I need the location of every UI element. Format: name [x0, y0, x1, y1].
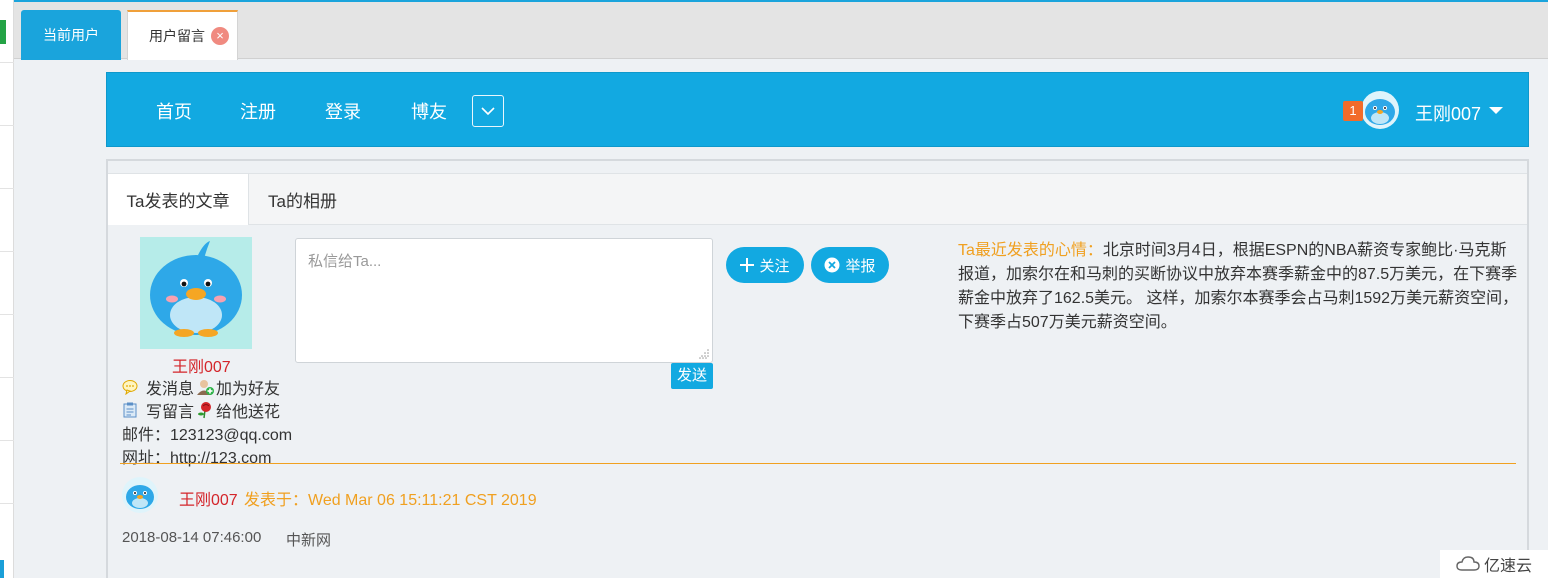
- left-divider: [0, 251, 14, 252]
- top-navbar: 首页 注册 登录 博友 1 王刚007: [106, 72, 1529, 147]
- chevron-down-icon: [481, 107, 495, 116]
- private-message-placeholder: 私信给Ta...: [308, 253, 382, 270]
- tab-user-messages[interactable]: 用户留言 ×: [127, 10, 238, 60]
- section-divider: [120, 463, 1516, 464]
- plus-icon: [740, 258, 755, 272]
- write-comment-link[interactable]: 写留言: [146, 398, 194, 422]
- send-message-link[interactable]: 发消息: [146, 375, 194, 399]
- tab-current-user-label: 当前用户: [43, 27, 99, 43]
- close-circle-icon: [824, 257, 840, 273]
- close-icon[interactable]: ×: [211, 27, 229, 45]
- nav-register[interactable]: 注册: [240, 98, 276, 124]
- follow-button[interactable]: 关注: [726, 247, 804, 283]
- bird-avatar-icon: [1365, 99, 1395, 125]
- tab-user-messages-label: 用户留言: [149, 28, 205, 44]
- clipboard-icon: [122, 402, 138, 418]
- resize-handle-icon[interactable]: [699, 349, 709, 359]
- tab-album[interactable]: Ta的相册: [268, 174, 337, 225]
- profile-actions-row-1: 发消息 加为好友: [122, 375, 280, 399]
- report-button[interactable]: 举报: [811, 247, 889, 283]
- add-friend-link[interactable]: 加为好友: [216, 375, 280, 399]
- left-divider: [0, 440, 14, 441]
- left-divider: [0, 188, 14, 189]
- tab-articles[interactable]: Ta发表的文章: [108, 174, 249, 225]
- profile-avatar: [140, 237, 252, 349]
- post-timestamp: 发表于：Wed Mar 06 15:11:21 CST 2019: [244, 492, 537, 509]
- chat-bubble-icon: [122, 379, 138, 395]
- left-green-marker: [0, 20, 6, 44]
- send-flower-link[interactable]: 给他送花: [216, 398, 280, 422]
- profile-panel: Ta发表的文章 Ta的相册 王刚007 发消息 加为好友 写留言 给他送花 邮件…: [106, 159, 1529, 578]
- nav-friends[interactable]: 博友: [411, 98, 447, 124]
- profile-website: 网址：http://123.com: [122, 450, 272, 467]
- rose-icon: [196, 401, 214, 419]
- window-tab-bar: 当前用户 用户留言 ×: [14, 0, 1548, 60]
- profile-actions-row-2: 写留言 给他送花: [122, 398, 280, 422]
- nav-login[interactable]: 登录: [325, 98, 361, 124]
- avatar[interactable]: [122, 477, 158, 513]
- tab-current-user[interactable]: 当前用户: [21, 10, 121, 60]
- private-message-input[interactable]: 私信给Ta...: [295, 238, 713, 363]
- recent-mood: Ta最近发表的心情：北京时间3月4日，根据ESPN的NBA薪资专家鲍比·马克斯报…: [958, 239, 1520, 335]
- avatar[interactable]: [1361, 91, 1399, 129]
- watermark: 亿速云: [1440, 550, 1548, 578]
- bird-avatar-icon: [150, 241, 242, 337]
- profile-email: 邮件：123123@qq.com: [122, 427, 293, 444]
- add-friend-icon: [196, 378, 215, 396]
- caret-down-icon[interactable]: [1489, 107, 1503, 114]
- left-divider: [0, 314, 14, 315]
- cloud-logo-icon: [1456, 556, 1480, 571]
- left-divider: [0, 377, 14, 378]
- left-divider: [0, 125, 14, 126]
- nav-more-dropdown[interactable]: [472, 95, 504, 127]
- notification-badge[interactable]: 1: [1343, 101, 1363, 121]
- post-date: 2018-08-14 07:46:00: [122, 529, 262, 546]
- nav-username[interactable]: 王刚007: [1415, 100, 1481, 126]
- left-divider: [0, 62, 14, 63]
- follow-label: 关注: [759, 257, 790, 275]
- nav-home[interactable]: 首页: [156, 98, 192, 124]
- watermark-text: 亿速云: [1483, 558, 1532, 575]
- left-blue-marker: [0, 560, 4, 578]
- left-edge-strip: [0, 0, 14, 578]
- profile-subtabs: Ta发表的文章 Ta的相册: [108, 173, 1527, 225]
- profile-name[interactable]: 王刚007: [172, 353, 231, 377]
- mood-label: Ta最近发表的心情：: [958, 242, 1103, 259]
- post-author[interactable]: 王刚007: [179, 486, 238, 510]
- left-divider: [0, 503, 14, 504]
- report-label: 举报: [845, 257, 876, 275]
- post-source: 中新网: [286, 532, 332, 549]
- send-button[interactable]: 发送: [671, 363, 713, 389]
- bird-avatar-icon: [126, 485, 154, 509]
